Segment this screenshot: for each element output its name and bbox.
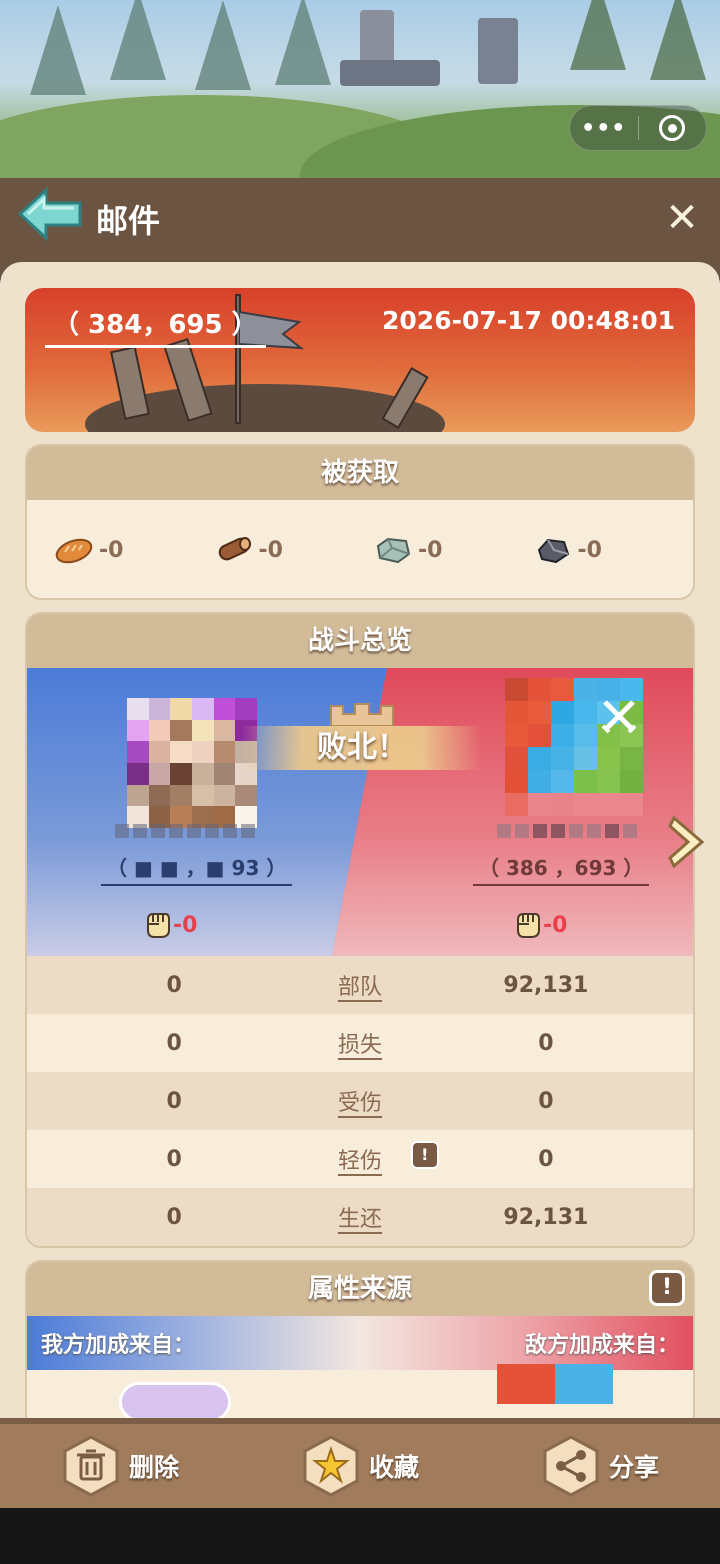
trash-icon [63, 1435, 119, 1497]
attribute-title: 属性来源 ! [27, 1262, 693, 1316]
crossed-swords-icon [601, 700, 637, 734]
defender-name-blurred [497, 824, 637, 840]
more-menu-button[interactable]: ••• [570, 116, 638, 141]
mini-program-capsule: ••• [569, 105, 707, 151]
report-datetime: 2026-07-17 00:48:01 [382, 306, 675, 335]
attacker-avatar[interactable] [127, 698, 257, 828]
exit-target-button[interactable] [639, 115, 707, 141]
share-icon [543, 1435, 599, 1497]
stat-row-losses: 0 损失 0 [27, 1014, 693, 1072]
attacker-name-blurred [115, 824, 255, 840]
attribute-source-bar: 我方加成来自： 敌方加成来自： [27, 1316, 693, 1370]
captured-title: 被获取 [27, 446, 693, 500]
resource-stone: -0 [374, 536, 534, 564]
fist-icon [147, 913, 170, 938]
stat-row-survivors: 0 生还 92,131 [27, 1188, 693, 1246]
battle-report-banner: （ 384，695 ） 2026-07-17 00:48:01 [25, 288, 695, 432]
back-arrow-button[interactable] [16, 186, 86, 242]
attacker-coordinates[interactable]: （ ■ ■ ，■ 93 ） [101, 852, 293, 886]
iron-ore-icon [537, 538, 569, 564]
overview-title: 战斗总览 [27, 614, 693, 668]
battle-versus-panel: 败北！ （ ■ ■ ，■ 93 ） （ 386 ，693 ） -0 -0 [27, 668, 693, 956]
target-icon [659, 115, 686, 141]
next-chevron-button[interactable] [668, 812, 712, 872]
mail-content: （ 384，695 ） 2026-07-17 00:48:01 被获取 -0 -… [0, 262, 720, 1422]
fist-icon [517, 913, 540, 938]
delete-button[interactable]: 删除 [61, 1435, 179, 1497]
stat-label-survivors[interactable]: 生还 [321, 1201, 399, 1233]
battle-overview-section: 战斗总览 败北！ （ ■ ■ ，■ 93 ） （ 386 ，693 ） -0 -… [25, 612, 695, 1248]
stat-label-losses[interactable]: 损失 [321, 1027, 399, 1059]
battle-result: 败北！ [242, 726, 482, 770]
bread-icon [55, 538, 93, 564]
info-icon[interactable]: ! [649, 1270, 685, 1306]
resource-iron: -0 [534, 536, 694, 564]
close-button[interactable]: ✕ [660, 196, 704, 240]
stat-label-injured[interactable]: 受伤 [321, 1085, 399, 1117]
stat-row-light-injured: 0 轻伤 ! 0 [27, 1130, 693, 1188]
our-bonus-label: 我方加成来自： [41, 1333, 196, 1358]
attribute-source-section: 属性来源 ! 我方加成来自： 敌方加成来自： [25, 1260, 695, 1422]
stone-icon [376, 537, 411, 564]
stat-label-troops[interactable]: 部队 [321, 969, 399, 1001]
report-coordinates[interactable]: （ 384，695 ） [45, 304, 266, 348]
wood-log-icon [218, 537, 251, 561]
stat-label-light-injured[interactable]: 轻伤 ! [321, 1141, 439, 1175]
star-icon [303, 1435, 359, 1497]
defender-power: -0 [513, 910, 567, 940]
page-title: 邮件 [96, 202, 161, 240]
stat-row-troops: 0 部队 92,131 [27, 956, 693, 1014]
resource-wood: -0 [215, 536, 375, 564]
system-nav-bar [0, 1508, 720, 1564]
captured-section: 被获取 -0 -0 -0 -0 [25, 444, 695, 600]
scenery-background [0, 0, 720, 180]
resource-bread: -0 [55, 536, 215, 564]
stat-row-injured: 0 受伤 0 [27, 1072, 693, 1130]
enemy-bonus-label: 敌方加成来自： [524, 1333, 679, 1358]
defender-coordinates[interactable]: （ 386 ，693 ） [473, 852, 650, 886]
attacker-power: -0 [143, 910, 197, 940]
crown-icon [329, 702, 395, 728]
enemy-bonus-item[interactable] [497, 1364, 613, 1404]
info-icon[interactable]: ! [410, 1141, 439, 1169]
favorite-button[interactable]: 收藏 [301, 1435, 419, 1497]
our-bonus-item[interactable] [119, 1382, 231, 1422]
mail-action-toolbar: 删除 收藏 分享 [0, 1418, 720, 1508]
share-button[interactable]: 分享 [541, 1435, 659, 1497]
